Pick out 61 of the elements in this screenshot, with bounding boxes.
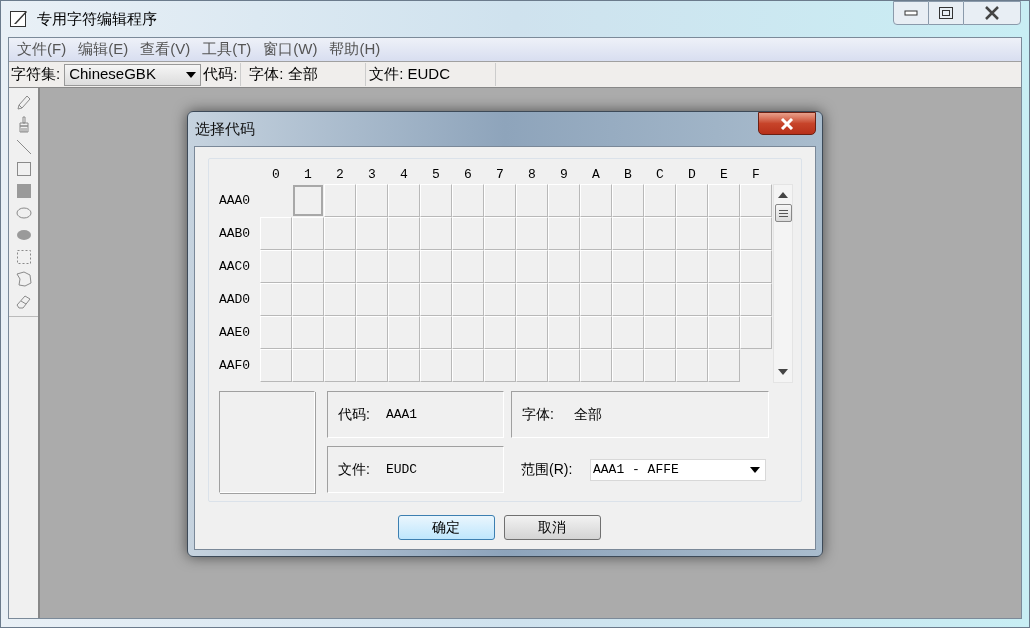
code-status: 代码:	[201, 63, 242, 86]
scrollbar[interactable]	[773, 184, 793, 383]
menu-item[interactable]: 文件(F)	[11, 38, 73, 61]
column-header: 5	[431, 166, 441, 184]
charset-label: 字符集:	[10, 64, 62, 85]
column-header: 8	[527, 166, 537, 184]
dialog-button[interactable]: 取消	[503, 515, 601, 540]
column-header: 7	[495, 166, 505, 184]
row-header: AAF0	[217, 356, 252, 375]
font-label: 字体:	[522, 405, 554, 424]
close-icon	[984, 6, 1000, 20]
file-status: 文件: EUDC	[366, 63, 497, 86]
column-header: 9	[559, 166, 569, 184]
menu-item[interactable]: 窗口(W)	[257, 38, 324, 61]
column-header: D	[687, 166, 697, 184]
file-label: 文件:	[338, 460, 370, 479]
code-label: 代码:	[338, 405, 370, 424]
menu-item[interactable]: 查看(V)	[134, 38, 197, 61]
range-label: 范围(R):	[521, 460, 574, 479]
menu-item[interactable]: 工具(T)	[196, 38, 258, 61]
column-header: F	[751, 166, 761, 184]
file-value: EUDC	[385, 460, 418, 479]
column-header: C	[655, 166, 665, 184]
maximize-button[interactable]	[929, 1, 963, 25]
caret-icon	[186, 71, 197, 78]
column-header: 0	[271, 166, 281, 184]
minimize-icon	[904, 10, 918, 16]
column-header: 3	[367, 166, 377, 184]
menu-item[interactable]: 编辑(E)	[72, 38, 135, 61]
maximize-icon	[938, 6, 954, 20]
font-value: 全部	[573, 405, 602, 424]
column-header: 6	[463, 166, 473, 184]
character-cell[interactable]	[293, 185, 323, 216]
column-header: E	[719, 166, 729, 184]
menu-item[interactable]: 帮助(H)	[323, 38, 387, 61]
charset-dropdown[interactable]: ChineseGBK	[64, 63, 202, 86]
caret-icon	[750, 466, 760, 473]
row-header: AAC0	[217, 257, 252, 276]
app-icon	[9, 9, 29, 29]
free-select-icon[interactable]	[13, 269, 34, 289]
close-button[interactable]	[963, 1, 1021, 25]
range-dropdown[interactable]: AAA1 - AFFE	[590, 458, 766, 481]
row-header: AAB0	[217, 224, 252, 243]
column-header: B	[623, 166, 633, 184]
column-header: A	[591, 166, 601, 184]
scroll-up-icon	[778, 192, 788, 198]
row-header: AAD0	[217, 290, 252, 309]
font-status: 字体: 全部	[241, 63, 367, 86]
column-header: 4	[399, 166, 409, 184]
scroll-thumb[interactable]	[774, 204, 792, 222]
code-value: AAA1	[385, 405, 418, 424]
scroll-down-icon	[778, 369, 788, 375]
close-button[interactable]	[758, 112, 816, 135]
row-header: AAA0	[217, 191, 252, 210]
close-icon	[780, 117, 794, 130]
window-title: 专用字符编辑程序	[37, 8, 157, 29]
dialog-title: 选择代码	[195, 118, 255, 139]
dialog-button[interactable]: 确定	[397, 515, 495, 540]
column-header: 2	[335, 166, 345, 184]
row-header: AAE0	[217, 323, 252, 342]
column-header: 1	[303, 166, 313, 184]
